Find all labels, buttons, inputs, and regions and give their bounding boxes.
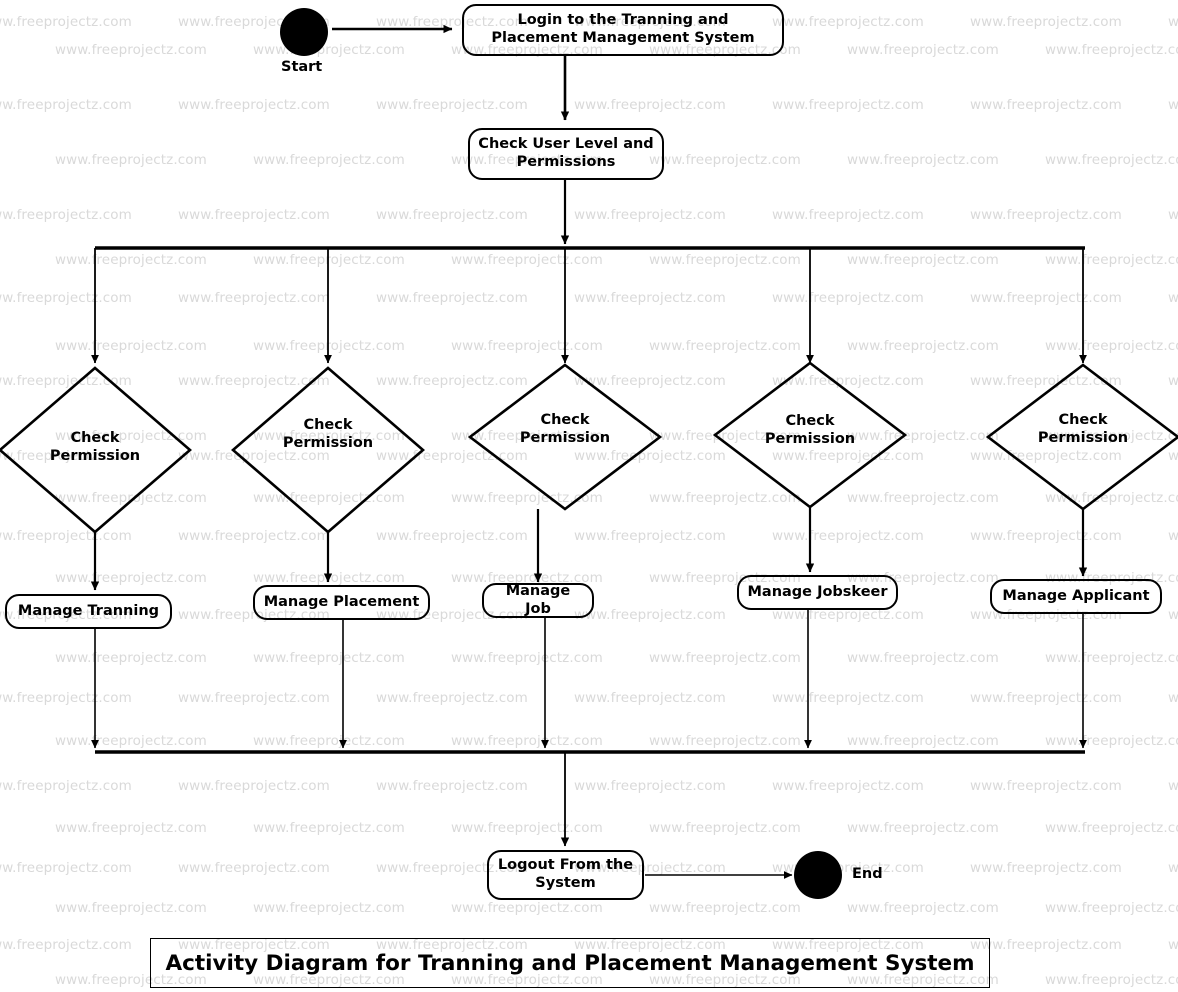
- decision-check-permission-2[interactable]: Check Permission: [268, 417, 388, 452]
- activity-check-user-level[interactable]: Check User Level and Permissions: [468, 128, 664, 180]
- diagram-title-box: Activity Diagram for Tranning and Placem…: [150, 938, 990, 988]
- activity-manage-jobskeer-label: Manage Jobskeer: [747, 583, 888, 600]
- start-node-label: Start: [281, 59, 323, 75]
- activity-manage-tranning-label: Manage Tranning: [17, 602, 160, 619]
- activity-logout[interactable]: Logout From the System: [487, 850, 644, 900]
- activity-manage-applicant[interactable]: Manage Applicant: [990, 579, 1162, 614]
- decision-label-line1: Check: [785, 413, 835, 429]
- activity-manage-applicant-label: Manage Applicant: [1002, 587, 1150, 604]
- decision-label-line2: Permission: [49, 447, 141, 464]
- decision-label-line1: Check: [540, 412, 590, 428]
- decision-label-line2: Permission: [764, 430, 856, 447]
- start-node[interactable]: [280, 8, 328, 56]
- decision-check-permission-3[interactable]: Check Permission: [505, 412, 625, 447]
- activity-logout-label: Logout From the System: [497, 857, 634, 891]
- decision-check-permission-5[interactable]: Check Permission: [1023, 412, 1143, 447]
- decision-label-line2: Permission: [519, 429, 611, 446]
- diagram-title: Activity Diagram for Tranning and Placem…: [165, 950, 975, 976]
- decision-label-line2: Permission: [1037, 429, 1129, 446]
- activity-manage-tranning[interactable]: Manage Tranning: [5, 594, 172, 629]
- decision-label-line1: Check: [1058, 412, 1108, 428]
- activity-manage-placement-label: Manage Placement: [263, 593, 420, 610]
- activity-manage-placement[interactable]: Manage Placement: [253, 585, 430, 620]
- activity-manage-job[interactable]: Manage Job: [482, 583, 594, 618]
- decision-check-permission-4[interactable]: Check Permission: [750, 413, 870, 448]
- end-node-label: End: [852, 866, 883, 882]
- activity-manage-job-label: Manage Job: [505, 582, 571, 617]
- activity-login-label: Login to the Tranning and Placement Mana…: [491, 12, 755, 46]
- activity-diagram-canvas: www.freeprojectz.comwww.freeprojectz.com…: [0, 0, 1178, 992]
- decision-label-line2: Permission: [282, 434, 374, 451]
- decision-label-line1: Check: [70, 430, 120, 446]
- activity-login[interactable]: Login to the Tranning and Placement Mana…: [462, 4, 784, 56]
- activity-check-user-level-label: Check User Level and Permissions: [478, 136, 654, 170]
- decision-label-line1: Check: [303, 417, 353, 433]
- activity-manage-jobskeer[interactable]: Manage Jobskeer: [737, 575, 898, 610]
- end-node[interactable]: [794, 851, 842, 899]
- decision-check-permission-1[interactable]: Check Permission: [35, 430, 155, 465]
